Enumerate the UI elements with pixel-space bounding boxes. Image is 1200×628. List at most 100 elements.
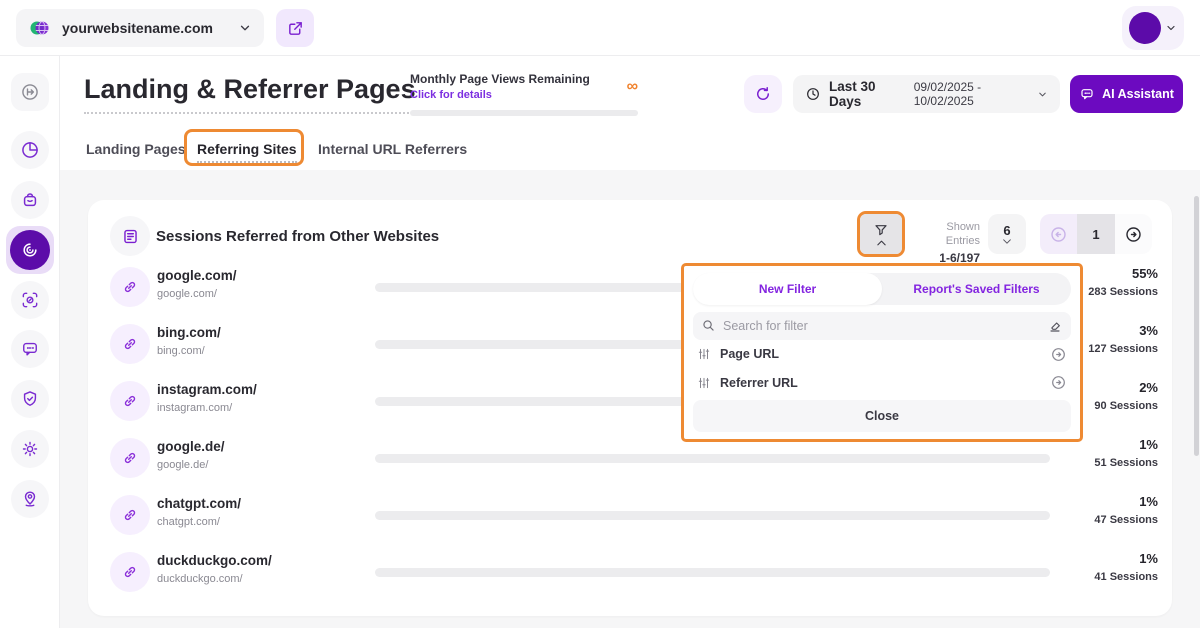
pie-chart-icon [20, 140, 40, 160]
session-count: 41 Sessions [1094, 571, 1158, 583]
referrer-name: chatgpt.com/ [157, 496, 242, 511]
previous-page-button[interactable] [1040, 214, 1078, 254]
referrer-row[interactable]: chatgpt.com/ chatgpt.com/ 1% 47 Sessions [88, 491, 1172, 539]
gear-icon [20, 439, 40, 459]
saved-filters-tab[interactable]: Report's Saved Filters [882, 273, 1071, 305]
arrow-right-circle-icon [1050, 346, 1067, 363]
referrer-url: instagram.com/ [157, 402, 233, 414]
date-range-value: 09/02/2025 - 10/02/2025 [913, 80, 982, 108]
refresh-button[interactable] [744, 75, 782, 113]
date-range-picker[interactable]: Last 30 Days 09/02/2025 - 10/02/2025 [793, 75, 1060, 113]
filter-popup: New Filter Report's Saved Filters Page U… [681, 263, 1083, 442]
session-bar [375, 454, 1050, 463]
filter-option-label: Page URL [720, 347, 780, 361]
session-percent: 3% [1139, 323, 1158, 338]
session-count: 51 Sessions [1094, 457, 1158, 469]
session-percent: 1% [1139, 437, 1158, 452]
filter-button[interactable] [860, 214, 902, 254]
refresh-icon [754, 85, 772, 103]
arrow-left-circle-icon [1049, 225, 1068, 244]
sidebar-item-settings[interactable] [11, 430, 49, 468]
chevron-up-icon [876, 239, 887, 247]
page-size-selector[interactable]: 6 [988, 214, 1026, 254]
chevron-down-icon [1165, 22, 1177, 34]
annotation-box-referring-sites [184, 129, 304, 166]
session-count: 127 Sessions [1088, 343, 1158, 355]
filter-option-referrer-url[interactable]: Referrer URL [693, 368, 1071, 397]
external-link-icon [287, 20, 304, 37]
session-percent: 55% [1131, 266, 1158, 281]
quota-progress-bar [410, 110, 638, 116]
referrer-name: duckduckgo.com/ [157, 553, 272, 568]
shown-entries-label: Shown Entries [945, 221, 980, 248]
link-icon [110, 495, 150, 535]
infinity-value: ∞ [626, 78, 638, 95]
sidebar-item-security[interactable] [11, 380, 49, 418]
session-percent: 2% [1139, 380, 1158, 395]
adjust-sliders-icon [697, 376, 711, 390]
website-name: yourwebsitename.com [62, 20, 213, 36]
sidebar-item-overview[interactable] [11, 131, 49, 169]
open-website-button[interactable] [276, 9, 314, 47]
referrer-url: duckduckgo.com/ [157, 573, 243, 585]
date-range-label: Last 30 Days [829, 79, 876, 109]
filter-search-input[interactable] [723, 318, 1040, 333]
referrer-name: google.com/ [157, 268, 237, 283]
arrow-right-circle-icon [1050, 374, 1067, 391]
link-icon [110, 381, 150, 421]
session-bar [375, 511, 1050, 520]
ai-assistant-label: AI Assistant [1102, 87, 1174, 101]
shield-check-icon [20, 389, 40, 409]
search-icon [701, 318, 716, 333]
sidebar-item-commerce[interactable] [11, 181, 49, 219]
shown-entries: Shown Entries 1-6/197 [914, 220, 980, 265]
referrer-name: instagram.com/ [157, 382, 257, 397]
filter-option-page-url[interactable]: Page URL [693, 340, 1071, 369]
ai-assistant-button[interactable]: AI Assistant [1070, 75, 1183, 113]
page-size-value: 6 [1003, 223, 1011, 238]
sidebar-item-location[interactable] [11, 480, 49, 518]
session-percent: 1% [1139, 551, 1158, 566]
scrollbar[interactable] [1194, 196, 1199, 456]
quota-label: Monthly Page Views Remaining [410, 72, 590, 86]
camera-focus-icon [20, 290, 40, 310]
sidebar [0, 56, 60, 628]
quota-details-link[interactable]: Click for details [410, 89, 638, 101]
current-page: 1 [1077, 214, 1115, 254]
chevron-down-icon [238, 21, 252, 35]
website-selector[interactable]: yourwebsitename.com [16, 9, 264, 47]
referrer-name: google.de/ [157, 439, 225, 454]
tab-landing-pages[interactable]: Landing Pages [86, 141, 186, 157]
adjust-sliders-icon [697, 347, 711, 361]
report-icon [110, 216, 150, 256]
referrer-url: bing.com/ [157, 345, 205, 357]
session-count: 283 Sessions [1088, 286, 1158, 298]
radar-icon [10, 230, 50, 270]
sidebar-item-chat[interactable] [11, 330, 49, 368]
referrer-url: google.de/ [157, 459, 209, 471]
sidebar-item-snapshot[interactable] [11, 281, 49, 319]
filter-popup-tabs: New Filter Report's Saved Filters [693, 273, 1071, 305]
next-page-button[interactable] [1114, 214, 1152, 254]
tab-internal-url-referrers[interactable]: Internal URL Referrers [318, 141, 467, 157]
referrer-url: google.com/ [157, 288, 217, 300]
link-icon [110, 267, 150, 307]
referrer-row[interactable]: duckduckgo.com/ duckduckgo.com/ 1% 41 Se… [88, 548, 1172, 596]
quota-widget: Monthly Page Views Remaining Click for d… [410, 72, 638, 116]
user-menu[interactable] [1122, 6, 1184, 50]
arrow-right-circle-icon [1124, 225, 1143, 244]
session-count: 47 Sessions [1094, 514, 1158, 526]
bag-icon [20, 190, 40, 210]
new-filter-tab[interactable]: New Filter [693, 273, 882, 305]
sidebar-item-expand[interactable] [11, 73, 49, 111]
sidebar-item-referrers-active[interactable] [6, 226, 54, 274]
close-filter-button[interactable]: Close [693, 400, 1071, 432]
filter-search[interactable] [693, 311, 1071, 340]
chevron-down-icon [1002, 238, 1012, 245]
link-icon [110, 552, 150, 592]
annotation-box-filter [857, 211, 905, 257]
link-icon [110, 438, 150, 478]
link-icon [110, 324, 150, 364]
chevron-down-icon [1037, 89, 1048, 100]
pagination: 1 [1040, 214, 1152, 254]
